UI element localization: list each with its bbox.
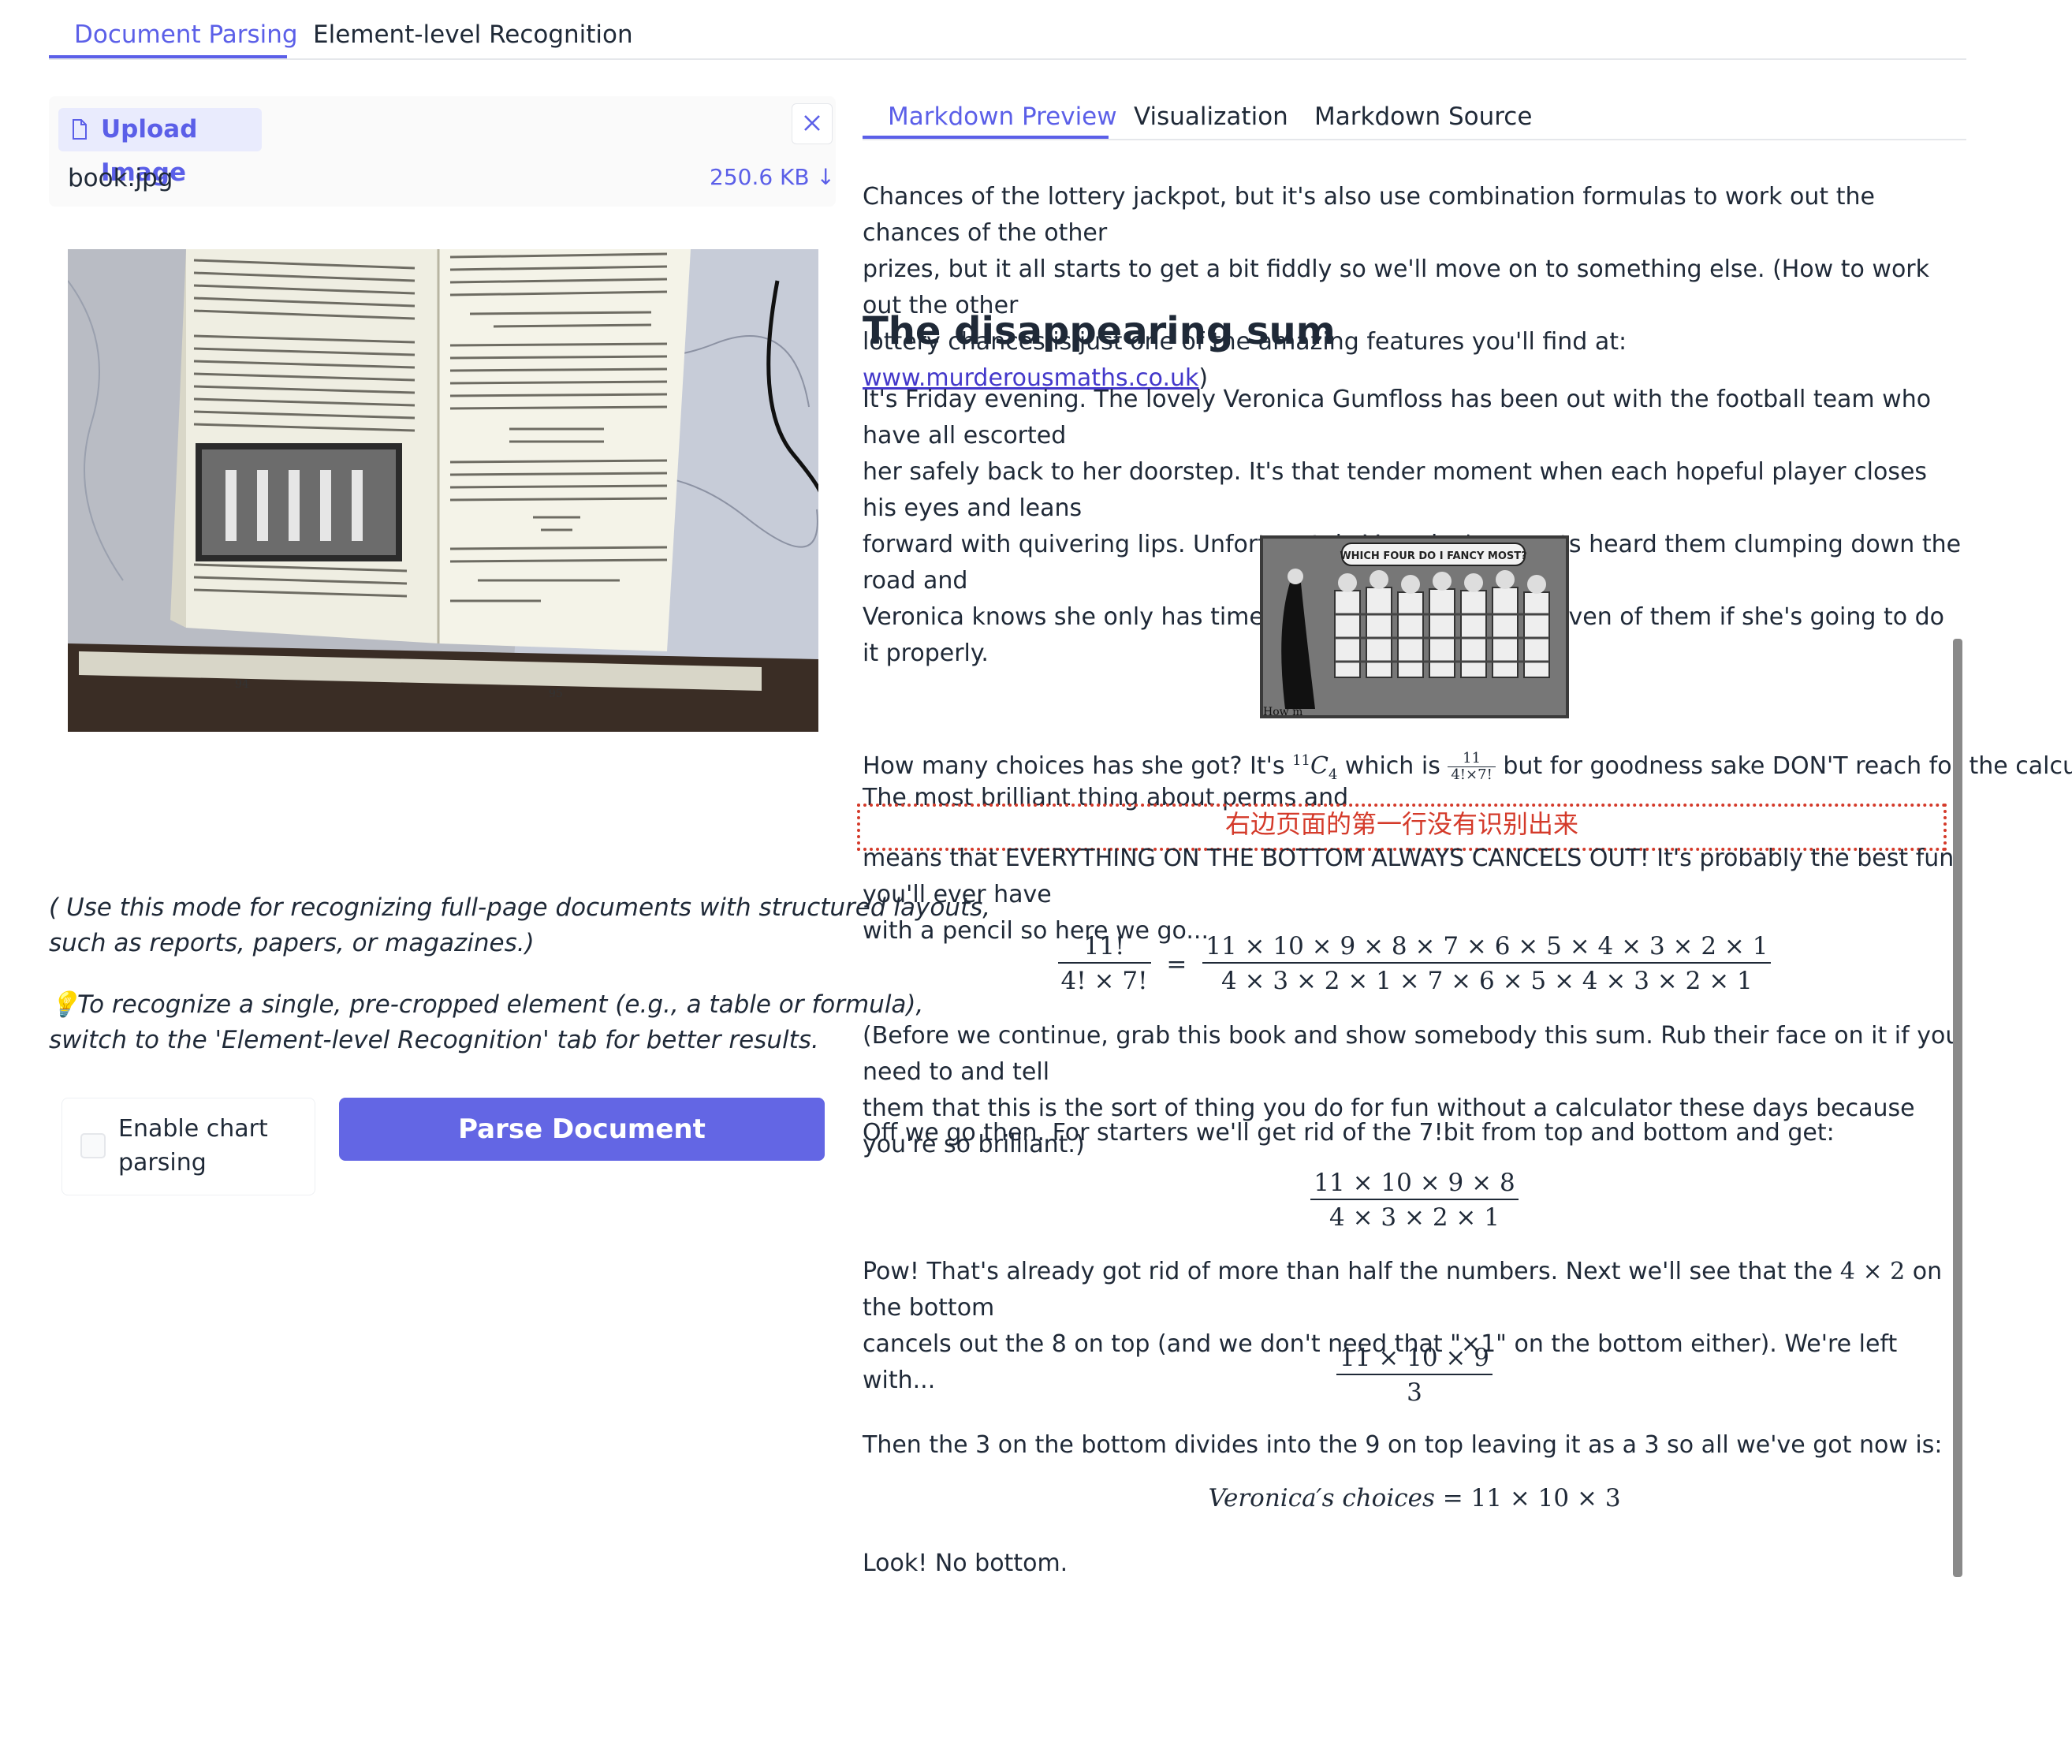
right-page-number: 95 (549, 688, 563, 700)
chart-label-line-1: Enable chart (118, 1115, 268, 1143)
equation-lhs: Veronica′s choices (1208, 1484, 1435, 1512)
tab-markdown-source[interactable]: Markdown Source (1314, 85, 1532, 139)
fraction-denominator: 3 (1407, 1378, 1422, 1407)
text-line: Pow! That's already got rid of more than… (863, 1254, 1966, 1326)
fraction-numerator: 11! (1057, 930, 1151, 964)
markdown-paragraph-no-bottom: Look! No bottom. (863, 1550, 1068, 1577)
chart-label-line-2: parsing (118, 1149, 207, 1177)
tab-element-level-recognition[interactable]: Element-level Recognition (313, 0, 633, 58)
equation-reduced: 11 × 10 × 9 × 8 4 × 3 × 2 × 1 (863, 1167, 1966, 1235)
markdown-paragraph-then: Then the 3 on the bottom divides into th… (863, 1431, 1943, 1459)
close-icon (804, 115, 820, 131)
fraction-numerator: 11 × 10 × 9 (1336, 1342, 1493, 1375)
fraction-denominator: 4 × 3 × 2 × 1 × 7 × 6 × 5 × 4 × 3 × 2 × … (1220, 967, 1753, 995)
upload-image-button[interactable]: Upload Image (58, 108, 262, 187)
tab-visualization[interactable]: Visualization (1134, 85, 1288, 139)
fraction-numerator: 11 (1448, 751, 1496, 767)
mode-description-line-1: ( Use this mode for recognizing full-pag… (49, 893, 991, 922)
text-span: but for goodness sake DON'T reach for th… (1503, 752, 2072, 780)
markdown-paragraph-lottery: Chances of the lottery jackpot, but it's… (863, 179, 1966, 397)
text-line: means that EVERYTHING ON THE BOTTOM ALWA… (863, 845, 1955, 908)
enable-chart-parsing-checkbox[interactable] (80, 1133, 106, 1158)
cartoon-image: WHICH FOUR DO I FANCY MOST? How m (1260, 535, 1569, 718)
text-line: It's Friday evening. The lovely Veronica… (863, 386, 1932, 449)
text-line: her safely back to her doorstep. It's th… (863, 458, 1928, 522)
tip-text-line-1: To recognize a single, pre-cropped eleme… (77, 990, 924, 1019)
tip-text-line-2: switch to the 'Element-level Recognition… (49, 1026, 819, 1054)
active-result-tab-indicator (863, 136, 1109, 139)
fraction-denominator: 4! × 7! (1060, 967, 1148, 995)
equation-lhs: 11! 4! × 7! (1057, 930, 1151, 998)
top-tab-bar: Document Parsing Element-level Recogniti… (49, 0, 1966, 60)
equation-rhs: = 11 × 10 × 3 (1434, 1484, 1621, 1512)
equals-sign: = (1166, 950, 1187, 979)
equation-left-with: 11 × 10 × 9 3 (863, 1342, 1966, 1410)
inline-fraction: 11 4!×7! (1448, 751, 1496, 783)
text-span: which is (1337, 752, 1448, 780)
fraction-denominator: 4 × 3 × 2 × 1 (1329, 1203, 1500, 1232)
equation-rhs: 11 × 10 × 9 × 8 × 7 × 6 × 5 × 4 × 3 × 2 … (1202, 930, 1772, 998)
tab-markdown-preview[interactable]: Markdown Preview (888, 85, 1117, 139)
enable-chart-parsing-label[interactable]: Enable chart parsing (118, 1112, 268, 1180)
math-sup: 11 (1292, 752, 1310, 769)
file-icon (73, 119, 87, 140)
math-c: C (1310, 752, 1329, 780)
tab-document-parsing[interactable]: Document Parsing (74, 0, 298, 58)
active-tab-indicator (49, 55, 287, 58)
fraction: 11 × 10 × 9 3 (1336, 1342, 1493, 1410)
cartoon-bottom-text: How m (1263, 706, 1302, 718)
left-page-number: 94 (235, 678, 249, 691)
parse-document-button[interactable]: Parse Document (339, 1098, 825, 1161)
uploaded-file-name: book.jpg (68, 164, 173, 192)
equation-veronicas-choices: Veronica′s choices = 11 × 10 × 3 (863, 1484, 1966, 1512)
uploaded-image-preview: 94 95 (68, 249, 818, 732)
text-line: Chances of the lottery jackpot, but it's… (863, 183, 1875, 247)
cartoon-speech-bubble: WHICH FOUR DO I FANCY MOST? (1340, 550, 1526, 562)
markdown-paragraph-off-we-go: Off we go then. For starters we'll get r… (863, 1119, 1835, 1147)
combination-math: 11C4 (1292, 752, 1337, 783)
markdown-heading: The disappearing sum (863, 309, 1336, 353)
fraction: 11 × 10 × 9 × 8 4 × 3 × 2 × 1 (1310, 1167, 1519, 1235)
result-tab-bar: Markdown Preview Visualization Markdown … (863, 85, 1966, 140)
book-photo: 94 95 (68, 249, 818, 732)
clear-upload-button[interactable] (792, 103, 833, 144)
lightbulb-icon: 💡 (49, 990, 80, 1019)
file-size-download-link[interactable]: 250.6 KB ↓ (710, 164, 835, 190)
text-span: How many choices has she got? It's (863, 752, 1293, 780)
fraction-numerator: 11 × 10 × 9 × 8 × 7 × 6 × 5 × 4 × 3 × 2 … (1202, 930, 1772, 964)
equation-factorial-expansion: 11! 4! × 7! = 11 × 10 × 9 × 8 × 7 × 6 × 5… (863, 930, 1966, 998)
text-span: Pow! That's already got rid of more than… (863, 1258, 1840, 1285)
mode-description-line-2: such as reports, papers, or magazines.) (49, 929, 535, 957)
annotation-text: 右边页面的第一行没有识别出来 (1224, 809, 1578, 839)
cartoon-drawing: WHICH FOUR DO I FANCY MOST? How m (1263, 539, 1566, 718)
inline-math: 4 × 2 (1839, 1258, 1906, 1285)
fraction-numerator: 11 × 10 × 9 × 8 (1310, 1167, 1519, 1200)
text-line: (Before we continue, grab this book and … (863, 1022, 1961, 1086)
preview-scrollbar[interactable] (1953, 639, 1962, 1577)
